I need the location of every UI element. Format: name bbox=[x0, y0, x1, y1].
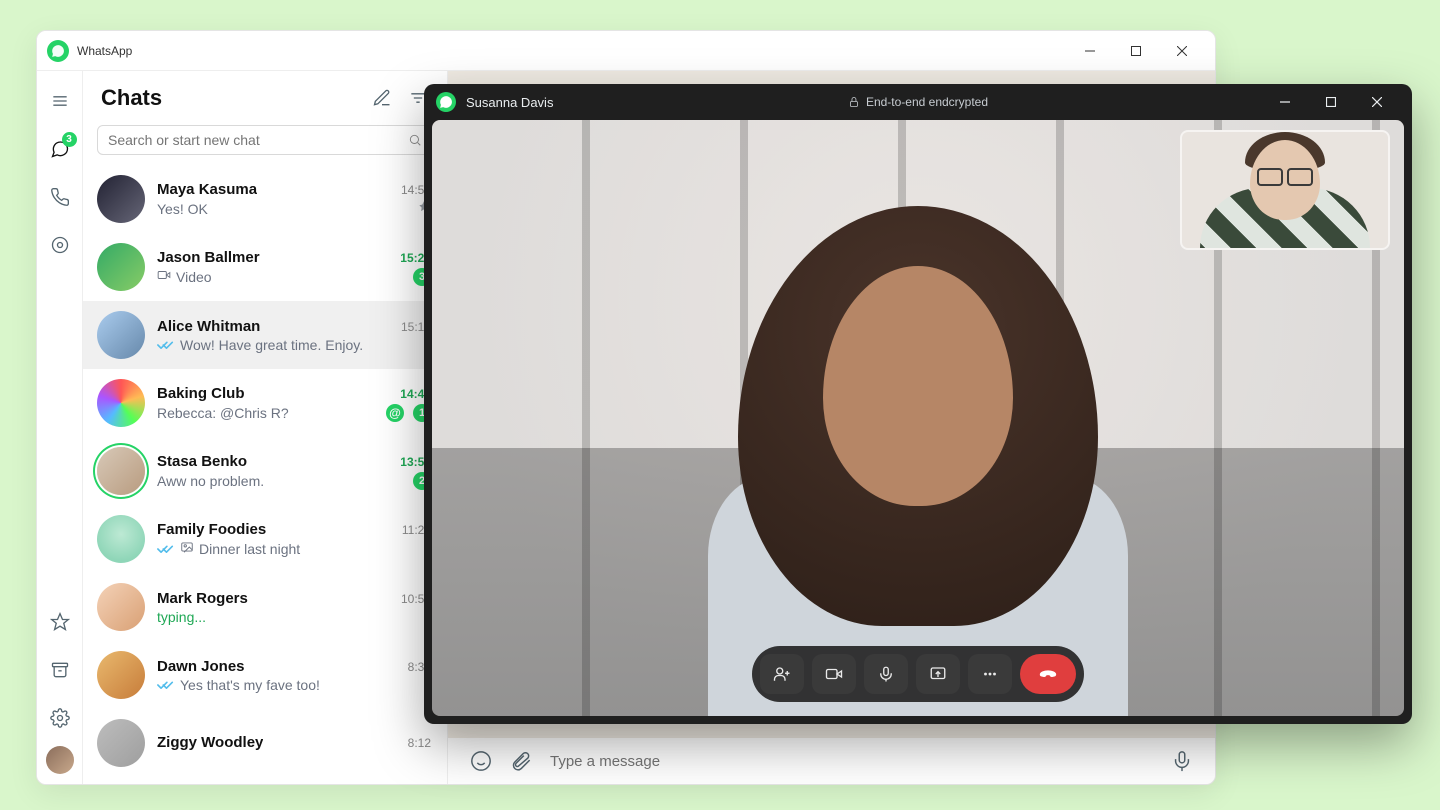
chat-item[interactable]: Family Foodies11:25Dinner last night bbox=[83, 505, 447, 573]
chat-preview: Aww no problem. bbox=[157, 473, 264, 489]
typing-indicator: typing... bbox=[157, 609, 206, 625]
chat-name: Baking Club bbox=[157, 385, 245, 402]
attach-button[interactable] bbox=[510, 750, 532, 772]
read-ticks-icon bbox=[157, 678, 175, 692]
whatsapp-logo-icon bbox=[436, 92, 456, 112]
more-options-button[interactable] bbox=[968, 654, 1012, 694]
remote-person-illustration bbox=[658, 146, 1178, 666]
nav-chats-badge: 3 bbox=[62, 132, 77, 147]
toggle-mic-button[interactable] bbox=[864, 654, 908, 694]
nav-menu-button[interactable] bbox=[40, 81, 80, 121]
mention-badge: @ bbox=[386, 404, 404, 422]
chat-item[interactable]: Baking Club14:45Rebecca: @Chris R?@1 bbox=[83, 369, 447, 437]
chat-list-panel: Chats Maya Kasuma14:55Yes! OKJason Ballm… bbox=[83, 71, 448, 784]
window-controls bbox=[1067, 31, 1205, 71]
read-ticks-icon bbox=[157, 338, 175, 352]
chat-name: Alice Whitman bbox=[157, 318, 260, 335]
chat-preview: Yes that's my fave too! bbox=[180, 677, 320, 693]
photo-icon bbox=[180, 540, 194, 557]
message-input[interactable] bbox=[550, 753, 1153, 770]
call-encryption-text: End-to-end endcrypted bbox=[866, 95, 988, 109]
chat-item[interactable]: Ziggy Woodley 8:12 bbox=[83, 709, 447, 777]
share-screen-button[interactable] bbox=[916, 654, 960, 694]
new-chat-button[interactable] bbox=[371, 87, 393, 109]
chat-item[interactable]: Jason Ballmer15:22Video3 bbox=[83, 233, 447, 301]
chat-list-header: Chats bbox=[83, 71, 447, 117]
chat-name: Mark Rogers bbox=[157, 590, 248, 607]
mic-button[interactable] bbox=[1171, 750, 1193, 772]
video-icon bbox=[157, 268, 171, 285]
composer bbox=[448, 738, 1215, 784]
nav-chats-button[interactable]: 3 bbox=[40, 129, 80, 169]
window-close-button[interactable] bbox=[1159, 31, 1205, 71]
titlebar-left: WhatsApp bbox=[47, 40, 132, 62]
call-encryption-label: End-to-end endcrypted bbox=[848, 95, 988, 109]
search-input[interactable] bbox=[108, 132, 400, 148]
avatar bbox=[97, 243, 145, 291]
nav-starred-button[interactable] bbox=[40, 602, 80, 642]
nav-profile-avatar[interactable] bbox=[46, 746, 74, 774]
chat-name: Dawn Jones bbox=[157, 658, 245, 675]
nav-calls-button[interactable] bbox=[40, 177, 80, 217]
avatar bbox=[97, 447, 145, 495]
call-window: Susanna Davis End-to-end endcrypted bbox=[424, 84, 1412, 724]
chat-name: Stasa Benko bbox=[157, 453, 247, 470]
chat-preview: Video bbox=[176, 269, 212, 285]
nav-settings-button[interactable] bbox=[40, 698, 80, 738]
chat-name: Maya Kasuma bbox=[157, 181, 257, 198]
chat-preview: Wow! Have great time. Enjoy. bbox=[180, 337, 363, 353]
avatar bbox=[97, 583, 145, 631]
call-close-button[interactable] bbox=[1354, 84, 1400, 120]
chat-time: 8:12 bbox=[408, 736, 431, 750]
lock-icon bbox=[848, 96, 860, 108]
end-call-button[interactable] bbox=[1020, 654, 1076, 694]
search-field[interactable] bbox=[97, 125, 433, 155]
call-minimize-button[interactable] bbox=[1262, 84, 1308, 120]
avatar bbox=[97, 515, 145, 563]
chat-item[interactable]: Mark Rogers10:55typing... bbox=[83, 573, 447, 641]
call-controls bbox=[752, 646, 1084, 702]
nav-rail: 3 bbox=[37, 71, 83, 784]
call-maximize-button[interactable] bbox=[1308, 84, 1354, 120]
search-icon bbox=[408, 133, 422, 147]
chat-name: Family Foodies bbox=[157, 521, 266, 538]
nav-archive-button[interactable] bbox=[40, 650, 80, 690]
avatar bbox=[97, 311, 145, 359]
avatar bbox=[97, 719, 145, 767]
chat-name: Jason Ballmer bbox=[157, 249, 260, 266]
chat-list: Maya Kasuma14:55Yes! OKJason Ballmer15:2… bbox=[83, 165, 447, 784]
chat-preview: Dinner last night bbox=[199, 541, 300, 557]
call-titlebar: Susanna Davis End-to-end endcrypted bbox=[424, 84, 1412, 120]
avatar bbox=[97, 651, 145, 699]
chat-list-title: Chats bbox=[101, 85, 162, 111]
chat-item[interactable]: Maya Kasuma14:55Yes! OK bbox=[83, 165, 447, 233]
self-video-pip[interactable] bbox=[1180, 130, 1390, 250]
remote-video bbox=[432, 120, 1404, 716]
toggle-camera-button[interactable] bbox=[812, 654, 856, 694]
chat-item[interactable]: Stasa Benko13:57Aww no problem.2 bbox=[83, 437, 447, 505]
avatar bbox=[97, 175, 145, 223]
emoji-button[interactable] bbox=[470, 750, 492, 772]
chat-item[interactable]: Alice Whitman15:15Wow! Have great time. … bbox=[83, 301, 447, 369]
titlebar: WhatsApp bbox=[37, 31, 1215, 71]
chat-item[interactable]: Dawn Jones8:37Yes that's my fave too! bbox=[83, 641, 447, 709]
call-peer-name: Susanna Davis bbox=[466, 95, 553, 110]
window-maximize-button[interactable] bbox=[1113, 31, 1159, 71]
chat-preview: Rebecca: @Chris R? bbox=[157, 405, 289, 421]
avatar bbox=[97, 379, 145, 427]
chat-name: Ziggy Woodley bbox=[157, 734, 263, 751]
add-participant-button[interactable] bbox=[760, 654, 804, 694]
nav-status-button[interactable] bbox=[40, 225, 80, 265]
read-ticks-icon bbox=[157, 542, 175, 556]
chat-preview: Yes! OK bbox=[157, 201, 208, 217]
window-minimize-button[interactable] bbox=[1067, 31, 1113, 71]
whatsapp-logo-icon bbox=[47, 40, 69, 62]
app-title: WhatsApp bbox=[77, 44, 132, 58]
